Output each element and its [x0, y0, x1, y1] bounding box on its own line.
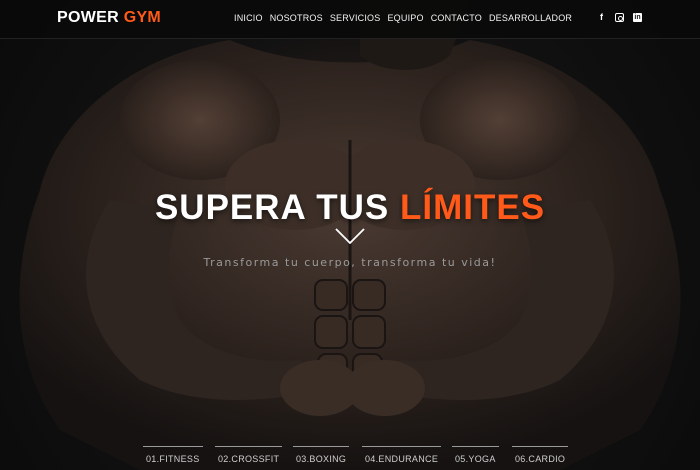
category-label: 04.ENDURANCE [365, 454, 439, 464]
headline-accent: LÍMITES [399, 188, 546, 227]
category-label: 06.CARDIO [515, 454, 566, 464]
category-bar: 01.FITNESS 02.CROSSFIT 03.BOXING 04.ENDU… [0, 446, 700, 470]
nav-servicios[interactable]: SERVICIOS [330, 13, 381, 23]
category-boxing[interactable]: 03.BOXING [292, 446, 350, 464]
logo-word-power: POWER [57, 9, 119, 26]
nav-desarrollador[interactable]: DESARROLLADOR [489, 13, 572, 23]
category-cardio[interactable]: 06.CARDIO [511, 446, 569, 464]
nav-equipo[interactable]: EQUIPO [387, 13, 423, 23]
hero-headline: SUPERA TUS LÍMITES [0, 188, 700, 228]
nav-contacto[interactable]: CONTACTO [431, 13, 482, 23]
social-links: f in [597, 13, 642, 22]
headline-main: SUPERA TUS [154, 188, 390, 227]
nav-inicio[interactable]: INICIO [234, 13, 263, 23]
category-label: 03.BOXING [296, 454, 347, 464]
site-header: POWER GYM INICIO NOSOTROS SERVICIOS EQUI… [0, 0, 700, 39]
category-label: 01.FITNESS [146, 454, 200, 464]
chevron-down-icon[interactable] [335, 228, 365, 244]
logo[interactable]: POWER GYM [57, 9, 161, 27]
category-fitness[interactable]: 01.FITNESS [143, 446, 203, 464]
category-crossfit[interactable]: 02.CROSSFIT [214, 446, 283, 464]
hero-tagline: Transforma tu cuerpo, transforma tu vida… [203, 256, 497, 269]
facebook-icon[interactable]: f [597, 13, 606, 22]
instagram-icon[interactable] [615, 13, 624, 22]
nav-nosotros[interactable]: NOSOTROS [270, 13, 323, 23]
category-yoga[interactable]: 05.YOGA [452, 446, 499, 464]
category-label: 05.YOGA [455, 454, 496, 464]
category-endurance[interactable]: 04.ENDURANCE [361, 446, 442, 464]
linkedin-icon[interactable]: in [633, 13, 642, 22]
category-label: 02.CROSSFIT [218, 454, 280, 464]
logo-word-gym: GYM [123, 9, 162, 26]
main-nav: INICIO NOSOTROS SERVICIOS EQUIPO CONTACT… [234, 13, 579, 23]
